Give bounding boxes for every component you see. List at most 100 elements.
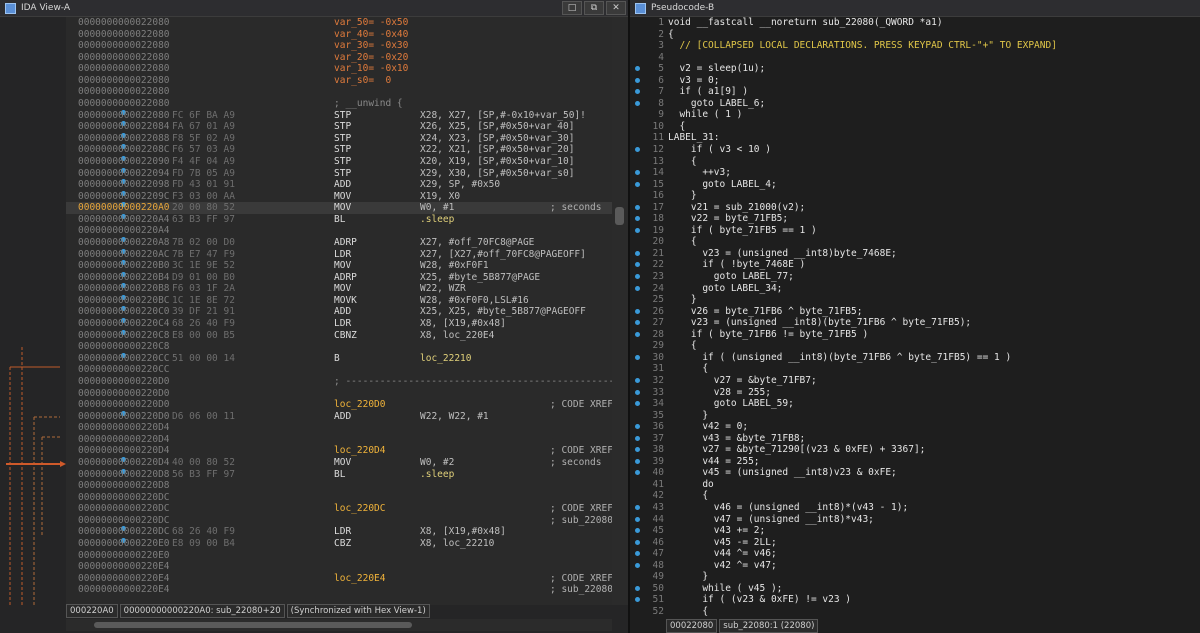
pseudocode-line[interactable]: 51 if ( (v23 & 0xFE) != v23 ) bbox=[630, 594, 1200, 606]
pseudocode-line[interactable]: 29 { bbox=[630, 340, 1200, 352]
pseudocode-line[interactable]: 33 v28 = 255; bbox=[630, 387, 1200, 399]
pseudocode-line[interactable]: 27 v23 = (unsigned __int8)(byte_71FB6 ^ … bbox=[630, 317, 1200, 329]
pseudocode-line[interactable]: 4 bbox=[630, 52, 1200, 64]
asm-line[interactable]: 00000000000220CC bbox=[66, 364, 612, 376]
pseudocode-line[interactable]: 8 goto LABEL_6; bbox=[630, 98, 1200, 110]
asm-line[interactable]: 0000000000022098 FD 43 01 91 ADD X29, SP, #… bbox=[66, 179, 612, 191]
asm-line[interactable]: 00000000000220CC 51 00 00 14 Bloc_22210 bbox=[66, 352, 612, 365]
asm-line[interactable]: 0000000000022080 bbox=[66, 86, 612, 98]
pseudocode-listing[interactable]: 1 void __fastcall __noreturn sub_22080(_Q… bbox=[630, 17, 1200, 617]
asm-line[interactable]: 00000000000220A8 7B 02 00 D0 ADRP X27, #off… bbox=[66, 236, 612, 249]
close-icon[interactable]: ✕ bbox=[606, 1, 626, 15]
asm-line[interactable]: 00000000000220D4 bbox=[66, 434, 612, 446]
asm-line[interactable]: 00000000000220D0 ; ----------------------… bbox=[66, 376, 612, 388]
asm-line[interactable]: 0000000000022080 var_30= -0x30 bbox=[66, 40, 612, 52]
asm-line[interactable]: 00000000000220DC loc_220DC ; CODE XREF bbox=[66, 503, 612, 515]
pseudocode-line[interactable]: 23 goto LABEL_77; bbox=[630, 271, 1200, 283]
asm-line[interactable]: 00000000000220B8 F6 03 1F 2A MOV W22, WZR bbox=[66, 283, 612, 295]
pseudocode-line[interactable]: 5 v2 = sleep(1u); bbox=[630, 63, 1200, 75]
pseudocode-line[interactable]: 9 while ( 1 ) bbox=[630, 109, 1200, 121]
pseudocode-line[interactable]: 22 if ( !byte_7468E ) bbox=[630, 259, 1200, 271]
disassembly-vertical-scrollbar[interactable] bbox=[612, 17, 628, 605]
pseudocode-line[interactable]: 20 { bbox=[630, 236, 1200, 248]
pseudocode-line[interactable]: 21 v23 = (unsigned __int8)byte_7468E; bbox=[630, 248, 1200, 260]
pseudocode-line[interactable]: 40 v45 = (unsigned __int8)v23 & 0xFE; bbox=[630, 467, 1200, 479]
asm-line[interactable]: 00000000000220D0 loc_220D0 ; CODE XREF bbox=[66, 399, 612, 411]
pseudocode-line[interactable]: 46 v45 -= 2LL; bbox=[630, 537, 1200, 549]
asm-label[interactable]: loc_220D4 bbox=[334, 445, 385, 457]
pseudocode-line[interactable]: 52 { bbox=[630, 606, 1200, 617]
asm-line[interactable]: 00000000000220D8 56 B3 FF 97 BL .sleep bbox=[66, 468, 612, 481]
asm-line[interactable]: 00000000000220A4 bbox=[66, 225, 612, 237]
asm-line[interactable]: 0000000000022080 var_s0= 0 bbox=[66, 75, 612, 87]
asm-label[interactable]: loc_220DC bbox=[334, 503, 385, 515]
maximize-icon[interactable]: □ bbox=[562, 1, 582, 15]
asm-line[interactable]: 000000000002209C F3 03 00 AA MOV X19, X0 bbox=[66, 190, 612, 203]
pseudocode-line[interactable]: 49 } bbox=[630, 571, 1200, 583]
pseudocode-line[interactable]: 43 v46 = (unsigned __int8)*(v43 - 1); bbox=[630, 502, 1200, 514]
asm-line[interactable]: 00000000000220B4 D9 01 00 B0 ADRP X25, #byt… bbox=[66, 271, 612, 284]
pseudocode-line[interactable]: 30 if ( (unsigned __int8)(byte_71FB6 ^ b… bbox=[630, 352, 1200, 364]
asm-line[interactable]: 00000000000220B0 3C 1E 9E 52 MOV W28, #0xF0… bbox=[66, 260, 612, 272]
pseudocode-line[interactable]: 2{ bbox=[630, 29, 1200, 41]
asm-line[interactable]: 00000000000220BC 1C 1E 8E 72 MOVK W28, #0xF… bbox=[66, 294, 612, 307]
pseudocode-line[interactable]: 39 v44 = 255; bbox=[630, 456, 1200, 468]
pseudocode-line[interactable]: 3 // [COLLAPSED LOCAL DECLARATIONS. PRES… bbox=[630, 40, 1200, 52]
disassembly-listing[interactable]: 0000000000022080 var_50= -0x50 00000000000… bbox=[66, 17, 612, 605]
asm-line[interactable]: 00000000000220DC bbox=[66, 492, 612, 504]
asm-line[interactable]: 00000000000220E4 bbox=[66, 561, 612, 573]
pseudocode-line[interactable]: 7 if ( a1[9] ) bbox=[630, 86, 1200, 98]
asm-line[interactable]: 0000000000022090 F4 4F 04 A9 STP X20, X19, … bbox=[66, 155, 612, 168]
pseudocode-line[interactable]: 36 v42 = 0; bbox=[630, 421, 1200, 433]
pseudocode-line[interactable]: 41 do bbox=[630, 479, 1200, 491]
asm-line[interactable]: 000000000002208C F6 57 03 A9 STP X22, X21, … bbox=[66, 144, 612, 156]
scrollbar-thumb[interactable] bbox=[94, 622, 412, 628]
pseudocode-line[interactable]: 42 { bbox=[630, 490, 1200, 502]
pseudocode-line[interactable]: 34 goto LABEL_59; bbox=[630, 398, 1200, 410]
asm-line[interactable]: 00000000000220C0 39 DF 21 91 ADD X25, X25, … bbox=[66, 306, 612, 318]
asm-line[interactable]: 00000000000220C8 E8 00 00 B5 CBNZ X8, loc_2… bbox=[66, 329, 612, 342]
asm-line[interactable]: 0000000000022088 F8 5F 02 A9 STP X24, X23, … bbox=[66, 132, 612, 145]
asm-line[interactable]: 00000000000220D4 bbox=[66, 422, 612, 434]
asm-line[interactable]: 0000000000022094 FD 7B 05 A9 STP X29, X30, … bbox=[66, 167, 612, 180]
pseudocode-line[interactable]: 16 } bbox=[630, 190, 1200, 202]
asm-line[interactable]: 00000000000220D4 40 00 80 52 MOV W0, #2 ; se… bbox=[66, 456, 612, 469]
asm-line[interactable]: 0000000000022084 FA 67 01 A9 STP X26, X25, … bbox=[66, 121, 612, 133]
pseudocode-line[interactable]: 1 void __fastcall __noreturn sub_22080(_Q… bbox=[630, 17, 1200, 29]
pseudocode-line[interactable]: 37 v43 = &byte_71FB8; bbox=[630, 433, 1200, 445]
pseudocode-line[interactable]: 26 v26 = byte_71FB6 ^ byte_71FB5; bbox=[630, 306, 1200, 318]
asm-line[interactable]: 00000000000220AC 7B E7 47 F9 LDR X27, [X27,… bbox=[66, 248, 612, 261]
asm-line[interactable]: 00000000000220DC 68 26 40 F9 LDR X8, [X19,#… bbox=[66, 526, 612, 538]
asm-line[interactable]: 00000000000220E0 E8 09 00 B4 CBZ X8, loc_22… bbox=[66, 538, 612, 550]
asm-line[interactable]: 00000000000220DC ; sub_22080+ bbox=[66, 515, 612, 527]
pseudocode-line[interactable]: 31 { bbox=[630, 363, 1200, 375]
disassembly-horizontal-scrollbar[interactable] bbox=[66, 619, 612, 631]
pseudocode-line[interactable]: 13 { bbox=[630, 156, 1200, 168]
pseudocode-line[interactable]: 48 v42 ^= v47; bbox=[630, 560, 1200, 572]
asm-line[interactable]: 0000000000022080 var_40= -0x40 bbox=[66, 29, 612, 41]
pseudocode-line[interactable]: 11 LABEL_31: bbox=[630, 132, 1200, 144]
asm-line[interactable]: 0000000000022080 var_10= -0x10 bbox=[66, 63, 612, 75]
asm-line[interactable]: 00000000000220A4 63 B3 FF 97 BL .sleep bbox=[66, 213, 612, 226]
asm-line[interactable]: 0000000000022080 var_20= -0x20 bbox=[66, 52, 612, 64]
asm-line[interactable]: 0000000000022080 ; __unwind { bbox=[66, 98, 612, 110]
pseudocode-line[interactable]: 12 if ( v3 < 10 ) bbox=[630, 144, 1200, 156]
asm-line[interactable]: 00000000000220D8 bbox=[66, 480, 612, 492]
pseudocode-line[interactable]: 44 v47 = (unsigned __int8)*v43; bbox=[630, 514, 1200, 526]
asm-line[interactable]: 0000000000022080 var_50= -0x50 bbox=[66, 17, 612, 29]
asm-line[interactable]: 0000000000022080 FC 6F BA A9 STP X28, X27, … bbox=[66, 109, 612, 122]
asm-label[interactable]: loc_220D0 bbox=[334, 399, 385, 411]
pseudocode-line[interactable]: 32 v27 = &byte_71FB7; bbox=[630, 375, 1200, 387]
pseudocode-line[interactable]: 45 v43 += 2; bbox=[630, 525, 1200, 537]
pseudocode-line[interactable]: 10 { bbox=[630, 121, 1200, 133]
asm-line[interactable]: 00000000000220E0 bbox=[66, 550, 612, 562]
pseudocode-line[interactable]: 38 v27 = &byte_71290[(v23 & 0xFE) + 3367… bbox=[630, 444, 1200, 456]
asm-line[interactable]: 00000000000220E4 loc_220E4 ; CODE XREF bbox=[66, 573, 612, 585]
restore-icon[interactable]: ⧉ bbox=[584, 1, 604, 15]
asm-line[interactable]: 00000000000220A0 20 00 80 52 MOV W0, #1 ; se… bbox=[66, 202, 612, 214]
asm-line[interactable]: 00000000000220D4 loc_220D4 ; CODE XREF bbox=[66, 445, 612, 457]
pseudocode-line[interactable]: 47 v44 ^= v46; bbox=[630, 548, 1200, 560]
pseudocode-line[interactable]: 50 while ( v45 ); bbox=[630, 583, 1200, 595]
pseudocode-line[interactable]: 28 if ( byte_71FB6 != byte_71FB5 ) bbox=[630, 329, 1200, 341]
pseudocode-line[interactable]: 19 if ( byte_71FB5 == 1 ) bbox=[630, 225, 1200, 237]
